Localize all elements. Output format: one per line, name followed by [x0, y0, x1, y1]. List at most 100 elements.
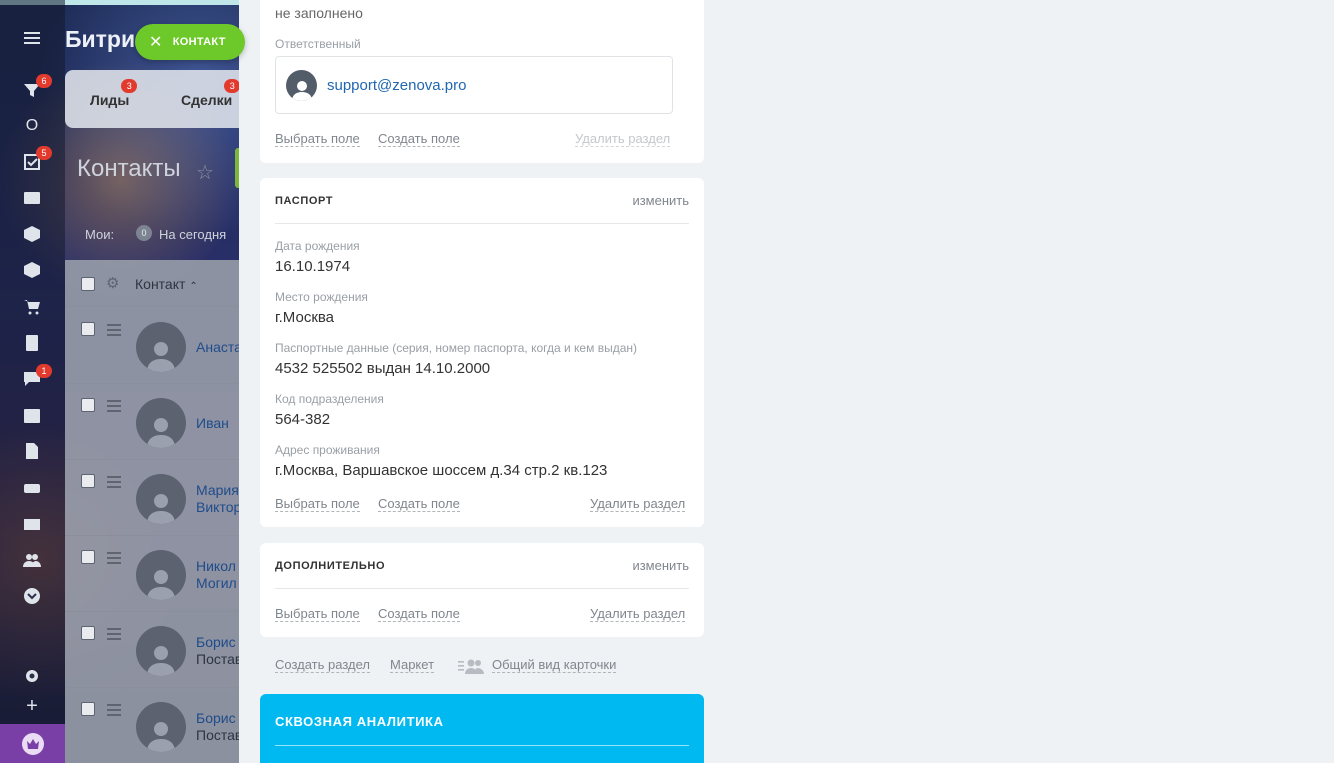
star-icon[interactable]: ☆ [196, 160, 214, 185]
filter-count-badge: 0 [136, 225, 152, 241]
table-row[interactable]: Мария Виктор [65, 460, 241, 536]
tab-leads[interactable]: Лиды 3 [90, 79, 138, 108]
select-field-link[interactable]: Выбрать поле [275, 496, 360, 512]
column-contact[interactable]: Контакт ⌃ [135, 276, 198, 292]
contact-name[interactable]: Борис Постав [196, 634, 242, 668]
avatar [136, 702, 186, 752]
notification-badge: 6 [36, 74, 52, 88]
edit-section-link[interactable]: изменить [632, 558, 689, 573]
menu-icon[interactable] [22, 28, 42, 48]
delete-section-link[interactable]: Удалить раздел [590, 496, 686, 512]
section-title: ДОПОЛНИТЕЛЬНО [275, 560, 386, 572]
document-icon[interactable] [22, 333, 42, 353]
general-view-link[interactable]: Общий вид карточки [492, 657, 617, 673]
column-contact-label: Контакт [135, 276, 186, 292]
drive-icon[interactable] [22, 478, 42, 498]
section-title: ПАСПОРТ [275, 195, 334, 207]
birth-date-value[interactable]: 16.10.1974 [275, 258, 350, 275]
cart-icon[interactable] [22, 297, 42, 317]
row-menu-icon[interactable] [107, 400, 121, 415]
select-field-link[interactable]: Выбрать поле [275, 606, 360, 622]
contact-name[interactable]: Борис Постав [196, 710, 242, 744]
avatar [136, 474, 186, 524]
row-menu-icon[interactable] [107, 324, 121, 339]
create-section-link[interactable]: Создать раздел [275, 657, 370, 673]
crown-button[interactable] [0, 724, 65, 763]
avatar [136, 398, 186, 448]
plus-icon[interactable]: + [22, 695, 42, 717]
tab-leads-badge: 3 [121, 79, 138, 93]
edit-section-link[interactable]: изменить [632, 193, 689, 208]
delete-section-link[interactable]: Удалить раздел [590, 606, 686, 622]
tab-deals-label: Сделки [181, 92, 233, 108]
card-actions: Создать раздел Маркет Общий вид карточки [275, 657, 775, 677]
notification-badge: 1 [36, 364, 52, 378]
row-checkbox[interactable] [81, 474, 95, 488]
contact-name-text: Мария [196, 482, 239, 498]
row-checkbox[interactable] [81, 322, 95, 336]
contact-card-icon[interactable] [22, 188, 42, 208]
notification-badge: 5 [36, 146, 52, 160]
field-label: Паспортные данные (серия, номер паспорта… [275, 341, 637, 355]
contact-name[interactable]: Анаста [196, 339, 242, 356]
table-row[interactable]: Анаста [65, 308, 242, 384]
field-label: Дата рождения [275, 239, 360, 253]
contact-name[interactable]: Никол Могил [196, 558, 237, 592]
section-divider [275, 745, 689, 746]
file-icon[interactable] [22, 441, 42, 461]
avatar [136, 550, 186, 600]
sort-up-icon: ⌃ [189, 281, 198, 292]
birth-place-value[interactable]: г.Москва [275, 309, 334, 326]
analytics-title: СКВОЗНАЯ АНАЛИТИКА [275, 714, 444, 729]
main-section-card: не заполнено Ответственный support@zenov… [260, 0, 704, 163]
address-value[interactable]: г.Москва, Варшавское шоссем д.34 стр.2 к… [275, 462, 607, 479]
users-view-icon [458, 658, 484, 674]
row-menu-icon[interactable] [107, 476, 121, 491]
row-menu-icon[interactable] [107, 628, 121, 643]
row-menu-icon[interactable] [107, 704, 121, 719]
close-slider-button[interactable]: ✕ КОНТАКТ [135, 24, 245, 60]
passport-data-value[interactable]: 4532 525502 выдан 14.10.2000 [275, 360, 490, 377]
responsible-email-link[interactable]: support@zenova.pro [327, 77, 466, 94]
row-checkbox[interactable] [81, 626, 95, 640]
calendar-icon[interactable] [22, 405, 42, 425]
market-link[interactable]: Маркет [390, 657, 435, 673]
box2-icon[interactable] [22, 260, 42, 280]
create-field-link[interactable]: Создать поле [378, 131, 460, 147]
tab-deals[interactable]: Сделки 3 [181, 79, 241, 108]
filter-my-label: Мои: [85, 227, 115, 242]
settings-icon[interactable] [22, 666, 42, 686]
chevron-down-icon[interactable] [22, 586, 42, 606]
row-checkbox[interactable] [81, 702, 95, 716]
select-all-checkbox[interactable] [81, 277, 95, 291]
avatar [136, 322, 186, 372]
row-checkbox[interactable] [81, 550, 95, 564]
group-icon[interactable] [22, 550, 42, 570]
create-field-link[interactable]: Создать поле [378, 496, 460, 512]
contact-name-sub: Могил [196, 575, 237, 591]
left-menu: 6 O 5 1 + [0, 0, 65, 763]
filter-today[interactable]: На сегодня [159, 227, 226, 242]
table-row[interactable]: Борис Постав [65, 688, 242, 763]
table-row[interactable]: Иван [65, 384, 239, 460]
delete-section-link[interactable]: Удалить раздел [575, 131, 671, 147]
gear-icon[interactable]: ⚙ [106, 274, 119, 292]
tab-deals-badge: 3 [224, 79, 241, 93]
passport-section-card: ПАСПОРТ изменить Дата рождения 16.10.197… [260, 178, 704, 527]
contact-name[interactable]: Иван [196, 415, 229, 432]
box-icon[interactable] [22, 224, 42, 244]
responsible-label: Ответственный [275, 37, 361, 51]
o-label[interactable]: O [22, 116, 42, 136]
mail-icon[interactable] [22, 514, 42, 534]
contact-name[interactable]: Мария Виктор [196, 482, 241, 516]
responsible-field[interactable]: support@zenova.pro [275, 56, 673, 114]
create-field-link[interactable]: Создать поле [378, 606, 460, 622]
field-label: Адрес проживания [275, 443, 380, 457]
contact-name-text: Борис [196, 634, 236, 650]
table-row[interactable]: Никол Могил [65, 536, 239, 612]
table-row[interactable]: Борис Постав [65, 612, 242, 688]
row-menu-icon[interactable] [107, 552, 121, 567]
select-field-link[interactable]: Выбрать поле [275, 131, 360, 147]
division-code-value[interactable]: 564-382 [275, 411, 330, 428]
row-checkbox[interactable] [81, 398, 95, 412]
